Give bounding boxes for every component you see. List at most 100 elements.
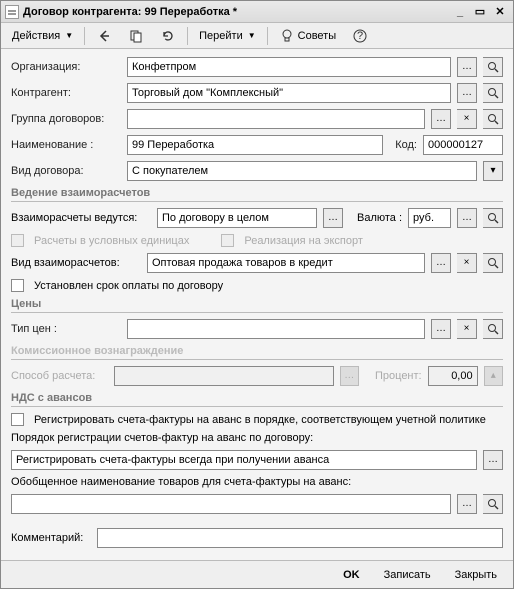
- price-type-open-button[interactable]: [483, 319, 503, 339]
- commission-method-label: Способ расчета:: [11, 370, 108, 382]
- vat-reg-policy-checkbox[interactable]: [11, 413, 24, 426]
- currency-input[interactable]: руб.: [408, 208, 451, 228]
- save-button[interactable]: Записать: [376, 565, 439, 585]
- magnifier-icon: [487, 323, 499, 335]
- counterparty-label: Контрагент:: [11, 87, 121, 99]
- settlement-type-open-button[interactable]: [483, 253, 503, 273]
- copy-icon: [128, 28, 144, 44]
- vat-gen-name-open-button[interactable]: [483, 494, 503, 514]
- org-open-button[interactable]: [483, 57, 503, 77]
- tips-label: Советы: [298, 30, 336, 42]
- export-label: Реализация на экспорт: [244, 235, 363, 247]
- bulb-icon: [279, 28, 295, 44]
- contract-group-clear-button[interactable]: ×: [457, 109, 477, 129]
- export-checkbox: [221, 234, 234, 247]
- settlement-type-select-button[interactable]: …: [431, 253, 451, 273]
- code-label: Код:: [395, 139, 417, 151]
- name-label: Наименование :: [11, 139, 121, 151]
- settlement-type-input[interactable]: Оптовая продажа товаров в кредит: [147, 253, 425, 273]
- price-type-label: Тип цен :: [11, 323, 121, 335]
- price-type-clear-button[interactable]: ×: [457, 319, 477, 339]
- price-type-select-button[interactable]: …: [431, 319, 451, 339]
- svg-text:?: ?: [357, 30, 363, 42]
- magnifier-icon: [487, 113, 499, 125]
- window-title: Договор контрагента: 99 Переработка *: [23, 6, 449, 18]
- name-input[interactable]: 99 Переработка: [127, 135, 383, 155]
- dropdown-icon: ▼: [65, 31, 73, 40]
- settlement-type-clear-button[interactable]: ×: [457, 253, 477, 273]
- go-menu[interactable]: Перейти ▼: [192, 26, 263, 46]
- contract-group-label: Группа договоров:: [11, 113, 121, 125]
- currency-open-button[interactable]: [483, 208, 503, 228]
- vat-order-label: Порядок регистрации счетов-фактур на ава…: [11, 432, 313, 444]
- vat-order-input[interactable]: Регистрировать счета-фактуры всегда при …: [11, 450, 477, 470]
- arrow-left-icon: [96, 28, 112, 44]
- toolbar: Действия ▼ Перейти ▼ Советы ?: [1, 23, 513, 49]
- currency-label: Валюта :: [357, 212, 402, 224]
- refresh-button[interactable]: [153, 26, 183, 46]
- separator: [187, 27, 188, 45]
- actions-menu[interactable]: Действия ▼: [5, 26, 80, 46]
- vat-gen-name-input[interactable]: [11, 494, 451, 514]
- pay-term-label: Установлен срок оплаты по договору: [34, 280, 223, 292]
- settlements-title: Ведение взаиморасчетов: [11, 187, 503, 202]
- vat-reg-policy-label: Регистрировать счета-фактуры на аванс в …: [34, 414, 486, 426]
- price-type-input[interactable]: [127, 319, 425, 339]
- pay-term-checkbox[interactable]: [11, 279, 24, 292]
- window-icon: [5, 5, 19, 19]
- vat-group: НДС с авансов Регистрировать счета-факту…: [11, 392, 503, 514]
- commission-percent-spinner: ▴: [484, 366, 503, 386]
- counterparty-input[interactable]: Торговый дом "Комплексный": [127, 83, 451, 103]
- actions-label: Действия: [12, 30, 60, 42]
- settlement-type-label: Вид взаиморасчетов:: [11, 257, 141, 269]
- contract-group-open-button[interactable]: [483, 109, 503, 129]
- commission-title: Комиссионное вознаграждение: [11, 345, 503, 360]
- contract-group-select-button[interactable]: …: [431, 109, 451, 129]
- vat-gen-name-label: Обобщенное наименование товаров для счет…: [11, 476, 351, 488]
- close-button[interactable]: Закрыть: [447, 565, 505, 585]
- comment-input[interactable]: [97, 528, 503, 548]
- org-input[interactable]: Конфетпром: [127, 57, 451, 77]
- counterparty-select-button[interactable]: …: [457, 83, 477, 103]
- tips-button[interactable]: Советы: [272, 26, 343, 46]
- help-icon: ?: [352, 28, 368, 44]
- settlement-basis-label: Взаиморасчеты ведутся:: [11, 212, 151, 224]
- comment-label: Комментарий:: [11, 532, 91, 544]
- contract-type-select[interactable]: С покупателем: [127, 161, 477, 181]
- close-window-button[interactable]: ✕: [491, 4, 509, 20]
- ok-button[interactable]: OK: [335, 565, 368, 585]
- contract-window: Договор контрагента: 99 Переработка * _ …: [0, 0, 514, 589]
- footer: OK Записать Закрыть: [1, 560, 513, 588]
- code-input[interactable]: 000000127: [423, 135, 503, 155]
- dropdown-icon: ▼: [248, 31, 256, 40]
- form-content: Организация: Конфетпром … Контрагент: То…: [1, 49, 513, 560]
- commission-percent-input: 0,00: [428, 366, 478, 386]
- separator: [84, 27, 85, 45]
- prices-title: Цены: [11, 298, 503, 313]
- conv-units-label: Расчеты в условных единицах: [34, 235, 189, 247]
- commission-percent-label: Процент:: [375, 370, 422, 382]
- magnifier-icon: [487, 212, 499, 224]
- contract-group-input[interactable]: [127, 109, 425, 129]
- currency-select-button[interactable]: …: [457, 208, 477, 228]
- go-label: Перейти: [199, 30, 243, 42]
- maximize-button[interactable]: ▭: [471, 4, 489, 20]
- vat-title: НДС с авансов: [11, 392, 503, 407]
- minimize-button[interactable]: _: [451, 4, 469, 20]
- magnifier-icon: [487, 498, 499, 510]
- refresh-icon: [160, 28, 176, 44]
- org-label: Организация:: [11, 61, 121, 73]
- commission-method-input: [114, 366, 334, 386]
- contract-type-dropdown-button[interactable]: ▾: [483, 161, 503, 181]
- counterparty-open-button[interactable]: [483, 83, 503, 103]
- vat-order-select-button[interactable]: …: [483, 450, 503, 470]
- copy-button[interactable]: [121, 26, 151, 46]
- nav-back-button[interactable]: [89, 26, 119, 46]
- help-button[interactable]: ?: [345, 26, 375, 46]
- settlement-basis-select[interactable]: По договору в целом: [157, 208, 317, 228]
- magnifier-icon: [487, 87, 499, 99]
- org-select-button[interactable]: …: [457, 57, 477, 77]
- titlebar: Договор контрагента: 99 Переработка * _ …: [1, 1, 513, 23]
- vat-gen-name-select-button[interactable]: …: [457, 494, 477, 514]
- settlement-basis-dropdown-button[interactable]: …: [323, 208, 343, 228]
